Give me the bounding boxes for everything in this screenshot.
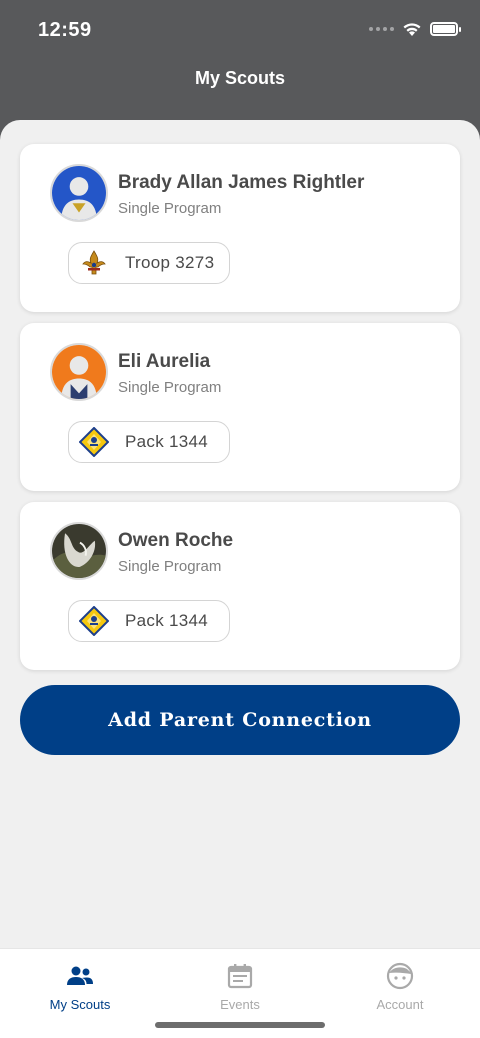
tab-my-scouts[interactable]: My Scouts — [0, 961, 160, 1012]
status-bar: 12:59 — [0, 0, 480, 60]
cub-scout-diamond-emblem-icon — [79, 427, 109, 457]
scout-program: Single Program — [118, 379, 222, 396]
add-parent-connection-button[interactable]: Add Parent Connection — [20, 685, 460, 755]
tab-account[interactable]: Account — [320, 961, 480, 1012]
page-title: My Scouts — [194, 68, 286, 88]
tab-label: My Scouts — [49, 997, 111, 1012]
status-icons — [369, 21, 461, 37]
unit-label: Troop 3273 — [125, 253, 215, 272]
unit-label: Pack 1344 — [125, 432, 209, 451]
tab-label: Events — [220, 997, 260, 1012]
scout-name: Eli Aurelia — [118, 351, 211, 372]
unit-chip[interactable]: Pack 1344 — [68, 421, 230, 463]
scout-avatar — [50, 164, 108, 222]
home-indicator — [155, 1022, 325, 1028]
scouts-bsa-fleur-de-lis-emblem-icon — [82, 250, 106, 275]
scout-program: Single Program — [118, 200, 222, 217]
account-face-icon — [386, 962, 414, 990]
scout-avatar — [50, 343, 108, 401]
unit-chip[interactable]: Pack 1344 — [68, 600, 230, 642]
scout-card[interactable]: Owen Roche Single Program Pack 1344 — [20, 502, 460, 670]
scout-name: Brady Allan James Rightler — [118, 172, 365, 193]
people-icon — [67, 966, 93, 985]
unit-label: Pack 1344 — [125, 611, 209, 630]
scout-avatar — [50, 522, 108, 580]
wifi-icon — [403, 23, 421, 36]
status-time: 12:59 — [38, 19, 92, 41]
scout-program: Single Program — [118, 558, 222, 575]
tab-label: Account — [376, 997, 424, 1012]
scout-card[interactable]: Brady Allan James Rightler Single Progra… — [20, 144, 460, 312]
tab-events[interactable]: Events — [160, 961, 320, 1012]
scouts-list: Brady Allan James Rightler Single Progra… — [0, 120, 480, 948]
battery-icon — [430, 22, 461, 36]
cub-scout-diamond-emblem-icon — [79, 606, 109, 636]
scout-card[interactable]: Eli Aurelia Single Program Pack 1344 — [20, 323, 460, 491]
unit-chip[interactable]: Troop 3273 — [68, 242, 230, 284]
cellular-signal-icon — [369, 27, 394, 31]
scout-name: Owen Roche — [118, 530, 234, 551]
calendar-icon — [227, 964, 253, 989]
